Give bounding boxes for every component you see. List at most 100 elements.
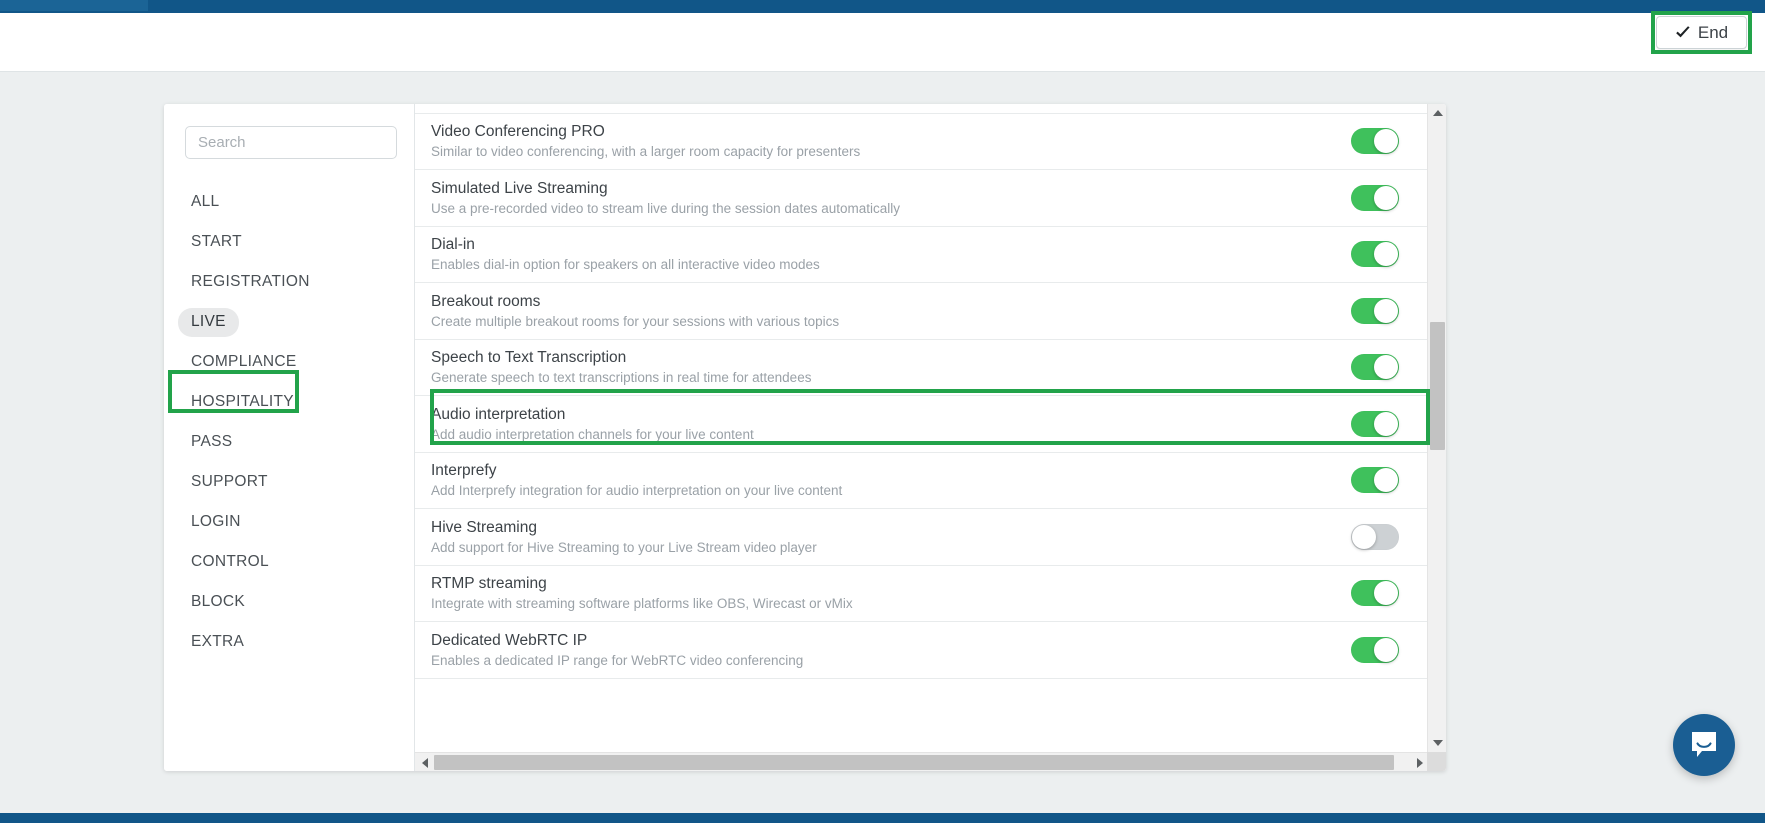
sidebar-item-control[interactable]: CONTROL [164, 542, 414, 582]
row-text: Audio interpretation Add audio interpret… [431, 405, 1351, 443]
row-text: RTMP streaming Integrate with streaming … [431, 574, 1351, 612]
chat-launcher-button[interactable] [1673, 714, 1735, 776]
row-hive-streaming[interactable]: Hive Streaming Add support for Hive Stre… [415, 509, 1429, 566]
row-speech-to-text-transcription[interactable]: Speech to Text Transcription Generate sp… [415, 339, 1429, 396]
feature-list-rows: Video Conferencing PRO Similar to video … [415, 104, 1429, 679]
toggle-knob [1352, 524, 1376, 549]
feature-toggle[interactable] [1351, 580, 1399, 607]
horizontal-scrollbar[interactable] [415, 752, 1429, 771]
feature-toggle[interactable] [1351, 241, 1399, 268]
row-title: Speech to Text Transcription [431, 349, 627, 367]
sidebar-item-live[interactable]: LIVE [164, 302, 414, 342]
sidebar-item-all[interactable]: ALL [164, 182, 414, 222]
sidebar-item-start[interactable]: START [164, 222, 414, 262]
page-load-progress-bar [0, 0, 1765, 13]
toggle-knob [1374, 185, 1398, 210]
toggle-knob [1374, 637, 1398, 662]
feature-toggle[interactable] [1351, 354, 1399, 381]
sidebar-item-block[interactable]: BLOCK [164, 582, 414, 622]
row-dial-in[interactable]: Dial-in Enables dial-in option for speak… [415, 226, 1429, 283]
sidebar-item-label: REGISTRATION [191, 272, 310, 290]
row-text: Video Conferencing PRO Similar to video … [431, 122, 1351, 160]
sidebar-item-pass[interactable]: PASS [164, 422, 414, 462]
feature-toggle[interactable] [1351, 467, 1399, 494]
row-interprefy[interactable]: Interprefy Add Interprefy integration fo… [415, 452, 1429, 509]
chat-bubble-icon [1692, 732, 1716, 757]
row-text: Speech to Text Transcription Generate sp… [431, 348, 1351, 386]
feature-toggle[interactable] [1351, 297, 1399, 324]
row-audio-interpretation[interactable]: Audio interpretation Add audio interpret… [415, 396, 1429, 453]
row-video-conferencing-pro[interactable]: Video Conferencing PRO Similar to video … [415, 113, 1429, 170]
end-button[interactable]: End [1656, 16, 1747, 49]
toggle-knob [1374, 581, 1398, 606]
scroll-down-button[interactable] [1428, 734, 1446, 752]
sidebar-item-label: SUPPORT [191, 472, 268, 490]
sidebar-item-extra[interactable]: EXTRA [164, 622, 414, 662]
row-title: Dial-in [431, 236, 475, 254]
triangle-down-icon [1432, 740, 1443, 746]
sidebar-item-compliance[interactable]: COMPLIANCE [164, 342, 414, 382]
sidebar-item-hospitality[interactable]: HOSPITALITY [164, 382, 414, 422]
app-bottom-bar [0, 813, 1765, 823]
app-top-bar [0, 13, 1765, 72]
search-input[interactable] [185, 126, 397, 159]
scroll-up-button[interactable] [1428, 104, 1446, 122]
sidebar-item-label: HOSPITALITY [191, 392, 294, 410]
scrollbar-corner [1427, 752, 1446, 771]
toggle-knob [1374, 355, 1398, 380]
feature-toggle[interactable] [1351, 410, 1399, 437]
row-rtmp-streaming[interactable]: RTMP streaming Integrate with streaming … [415, 565, 1429, 622]
sidebar-item-support[interactable]: SUPPORT [164, 462, 414, 502]
row-description: Add Interprefy integration for audio int… [431, 483, 843, 499]
row-text: Interprefy Add Interprefy integration fo… [431, 461, 1351, 499]
row-description: Add audio interpretation channels for yo… [431, 426, 754, 442]
table-row[interactable] [415, 104, 1429, 114]
feature-toggle[interactable] [1351, 636, 1399, 663]
toggle-knob [1374, 129, 1398, 154]
feature-toggle[interactable] [1351, 523, 1399, 550]
toggle-knob [1374, 298, 1398, 323]
check-icon [1676, 25, 1690, 37]
category-sidebar: ALL START REGISTRATION LIVE COMPLIANCE H… [164, 104, 415, 771]
row-description: Add support for Hive Streaming to your L… [431, 539, 817, 555]
row-dedicated-webrtc-ip[interactable]: Dedicated WebRTC IP Enables a dedicated … [415, 622, 1429, 679]
row-text: Simulated Live Streaming Use a pre-recor… [431, 179, 1351, 217]
category-nav-list: ALL START REGISTRATION LIVE COMPLIANCE H… [164, 182, 414, 662]
horizontal-scrollbar-thumb[interactable] [434, 755, 1394, 770]
sidebar-item-label: START [191, 232, 242, 250]
end-button-label: End [1697, 22, 1729, 42]
toggle-knob [1374, 468, 1398, 493]
row-title: Breakout rooms [431, 292, 541, 310]
sidebar-item-login[interactable]: LOGIN [164, 502, 414, 542]
settings-card: ALL START REGISTRATION LIVE COMPLIANCE H… [164, 104, 1446, 771]
row-description: Enables a dedicated IP range for WebRTC … [431, 652, 804, 668]
sidebar-item-label: PASS [191, 432, 233, 450]
row-title: RTMP streaming [431, 575, 547, 593]
row-breakout-rooms[interactable]: Breakout rooms Create multiple breakout … [415, 283, 1429, 340]
row-description: Create multiple breakout rooms for your … [431, 313, 840, 329]
row-text: Breakout rooms Create multiple breakout … [431, 292, 1351, 330]
sidebar-item-label: LOGIN [191, 512, 241, 530]
row-description: Use a pre-recorded video to stream live … [431, 200, 900, 216]
sidebar-item-label: LIVE [178, 307, 239, 337]
row-title: Dedicated WebRTC IP [431, 631, 588, 649]
row-title: Hive Streaming [431, 518, 537, 536]
search-container [164, 126, 414, 159]
toggle-knob [1374, 411, 1398, 436]
row-description: Integrate with streaming software platfo… [431, 596, 853, 612]
sidebar-item-label: ALL [191, 192, 220, 210]
feature-toggle[interactable] [1351, 128, 1399, 155]
scroll-left-button[interactable] [415, 753, 434, 771]
triangle-right-icon [1416, 757, 1423, 768]
vertical-scrollbar-thumb[interactable] [1430, 322, 1445, 450]
sidebar-item-registration[interactable]: REGISTRATION [164, 262, 414, 302]
vertical-scrollbar[interactable] [1427, 104, 1446, 752]
feature-toggle[interactable] [1351, 184, 1399, 211]
row-title: Simulated Live Streaming [431, 179, 608, 197]
feature-list-viewport: Video Conferencing PRO Similar to video … [415, 104, 1429, 752]
page-load-progress-fill [0, 0, 148, 11]
row-text: Dial-in Enables dial-in option for speak… [431, 235, 1351, 273]
sidebar-item-label: BLOCK [191, 592, 246, 610]
row-simulated-live-streaming[interactable]: Simulated Live Streaming Use a pre-recor… [415, 170, 1429, 227]
row-text: Dedicated WebRTC IP Enables a dedicated … [431, 631, 1351, 669]
